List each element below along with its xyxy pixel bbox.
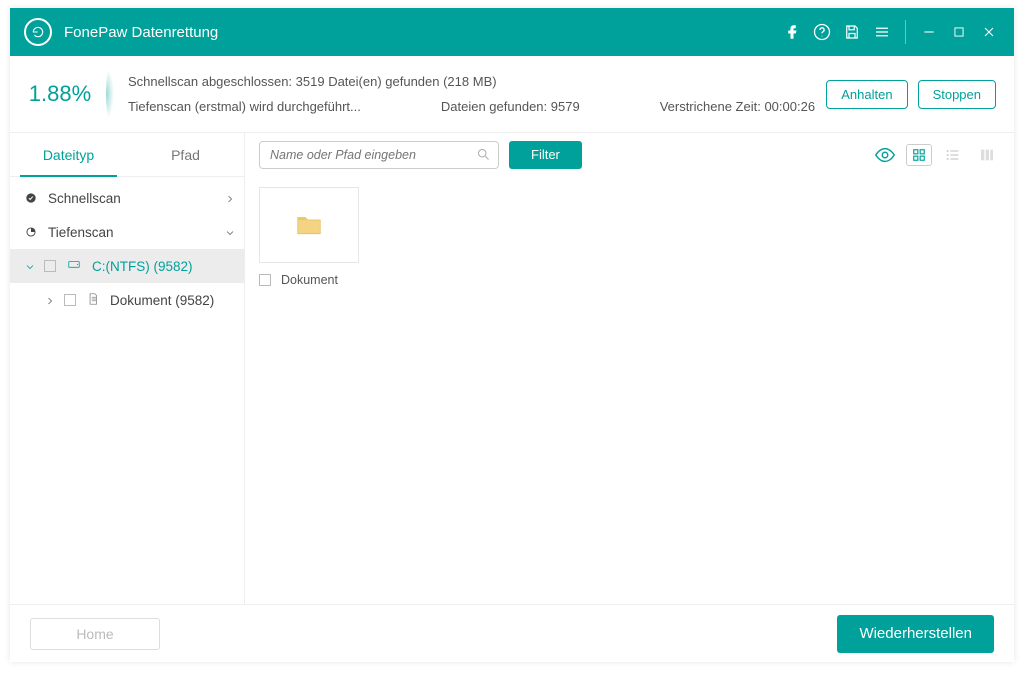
chevron-down-icon: [224, 227, 234, 237]
drive-icon: [66, 258, 82, 275]
chevron-right-icon: [44, 295, 54, 305]
close-icon[interactable]: [974, 17, 1004, 47]
list-view-icon[interactable]: [940, 144, 966, 166]
tab-filetype[interactable]: Dateityp: [10, 133, 127, 176]
folder-label: Dokument: [281, 273, 338, 287]
app-window: FonePaw Datenrettung 1.88% Schnellscan a…: [10, 8, 1014, 662]
search-input[interactable]: [259, 141, 499, 169]
checkbox[interactable]: [44, 260, 56, 272]
app-logo-icon: [24, 18, 52, 46]
file-grid: Dokument: [245, 177, 1014, 297]
titlebar-separator: [905, 20, 906, 44]
content-toolbar: Filter: [245, 133, 1014, 177]
save-icon[interactable]: [837, 17, 867, 47]
checkbox[interactable]: [64, 294, 76, 306]
tree-quickscan-label: Schnellscan: [48, 191, 214, 206]
scan-status-line1: Schnellscan abgeschlossen: 3519 Datei(en…: [128, 74, 826, 89]
check-circle-icon: [24, 191, 38, 205]
scan-elapsed: Verstrichene Zeit: 00:00:26: [660, 99, 815, 114]
search-icon[interactable]: [476, 147, 491, 167]
sidebar-tree: Schnellscan Tiefenscan C:(NTFS) (9582): [10, 177, 244, 317]
scan-progress-panel: 1.88% Schnellscan abgeschlossen: 3519 Da…: [10, 56, 1014, 133]
scan-status-text: Schnellscan abgeschlossen: 3519 Datei(en…: [110, 56, 826, 132]
scan-found-count: Dateien gefunden: 9579: [441, 99, 580, 114]
view-switcher: [872, 144, 1000, 166]
eye-icon[interactable]: [872, 144, 898, 166]
main-area: Dateityp Pfad Schnellscan Tiefenscan: [10, 133, 1014, 604]
folder-icon: [294, 210, 324, 240]
menu-icon[interactable]: [867, 17, 897, 47]
folder-thumbnail: [259, 187, 359, 263]
chevron-down-icon: [24, 261, 34, 271]
chevron-right-icon: [224, 193, 234, 203]
content-area: Filter: [245, 133, 1014, 604]
tab-path[interactable]: Pfad: [127, 133, 244, 176]
scan-deep-status: Tiefenscan (erstmal) wird durchgeführt..…: [128, 99, 361, 114]
help-icon[interactable]: [807, 17, 837, 47]
home-button[interactable]: Home: [30, 618, 160, 650]
progress-circle-icon: [24, 225, 38, 239]
tree-drive-label: C:(NTFS) (9582): [92, 259, 234, 274]
document-icon: [86, 292, 100, 309]
tree-quickscan[interactable]: Schnellscan: [10, 181, 244, 215]
column-view-icon[interactable]: [974, 144, 1000, 166]
tree-deepscan[interactable]: Tiefenscan: [10, 215, 244, 249]
tree-deepscan-label: Tiefenscan: [48, 225, 214, 240]
pause-button[interactable]: Anhalten: [826, 80, 907, 109]
tree-document-label: Dokument (9582): [110, 293, 234, 308]
minimize-icon[interactable]: [914, 17, 944, 47]
filter-button[interactable]: Filter: [509, 141, 582, 169]
facebook-icon[interactable]: [777, 17, 807, 47]
folder-item[interactable]: Dokument: [259, 187, 359, 287]
footer-bar: Home Wiederherstellen: [10, 604, 1014, 662]
stop-button[interactable]: Stoppen: [918, 80, 996, 109]
title-bar: FonePaw Datenrettung: [10, 8, 1014, 56]
recover-button[interactable]: Wiederherstellen: [837, 615, 994, 653]
grid-view-icon[interactable]: [906, 144, 932, 166]
sidebar: Dateityp Pfad Schnellscan Tiefenscan: [10, 133, 245, 604]
search-box: [259, 141, 499, 169]
tree-drive[interactable]: C:(NTFS) (9582): [10, 249, 244, 283]
sidebar-tabs: Dateityp Pfad: [10, 133, 244, 177]
app-title: FonePaw Datenrettung: [64, 24, 777, 41]
tree-document[interactable]: Dokument (9582): [10, 283, 244, 317]
maximize-icon[interactable]: [944, 17, 974, 47]
scan-percent: 1.88%: [10, 56, 110, 132]
checkbox[interactable]: [259, 274, 271, 286]
